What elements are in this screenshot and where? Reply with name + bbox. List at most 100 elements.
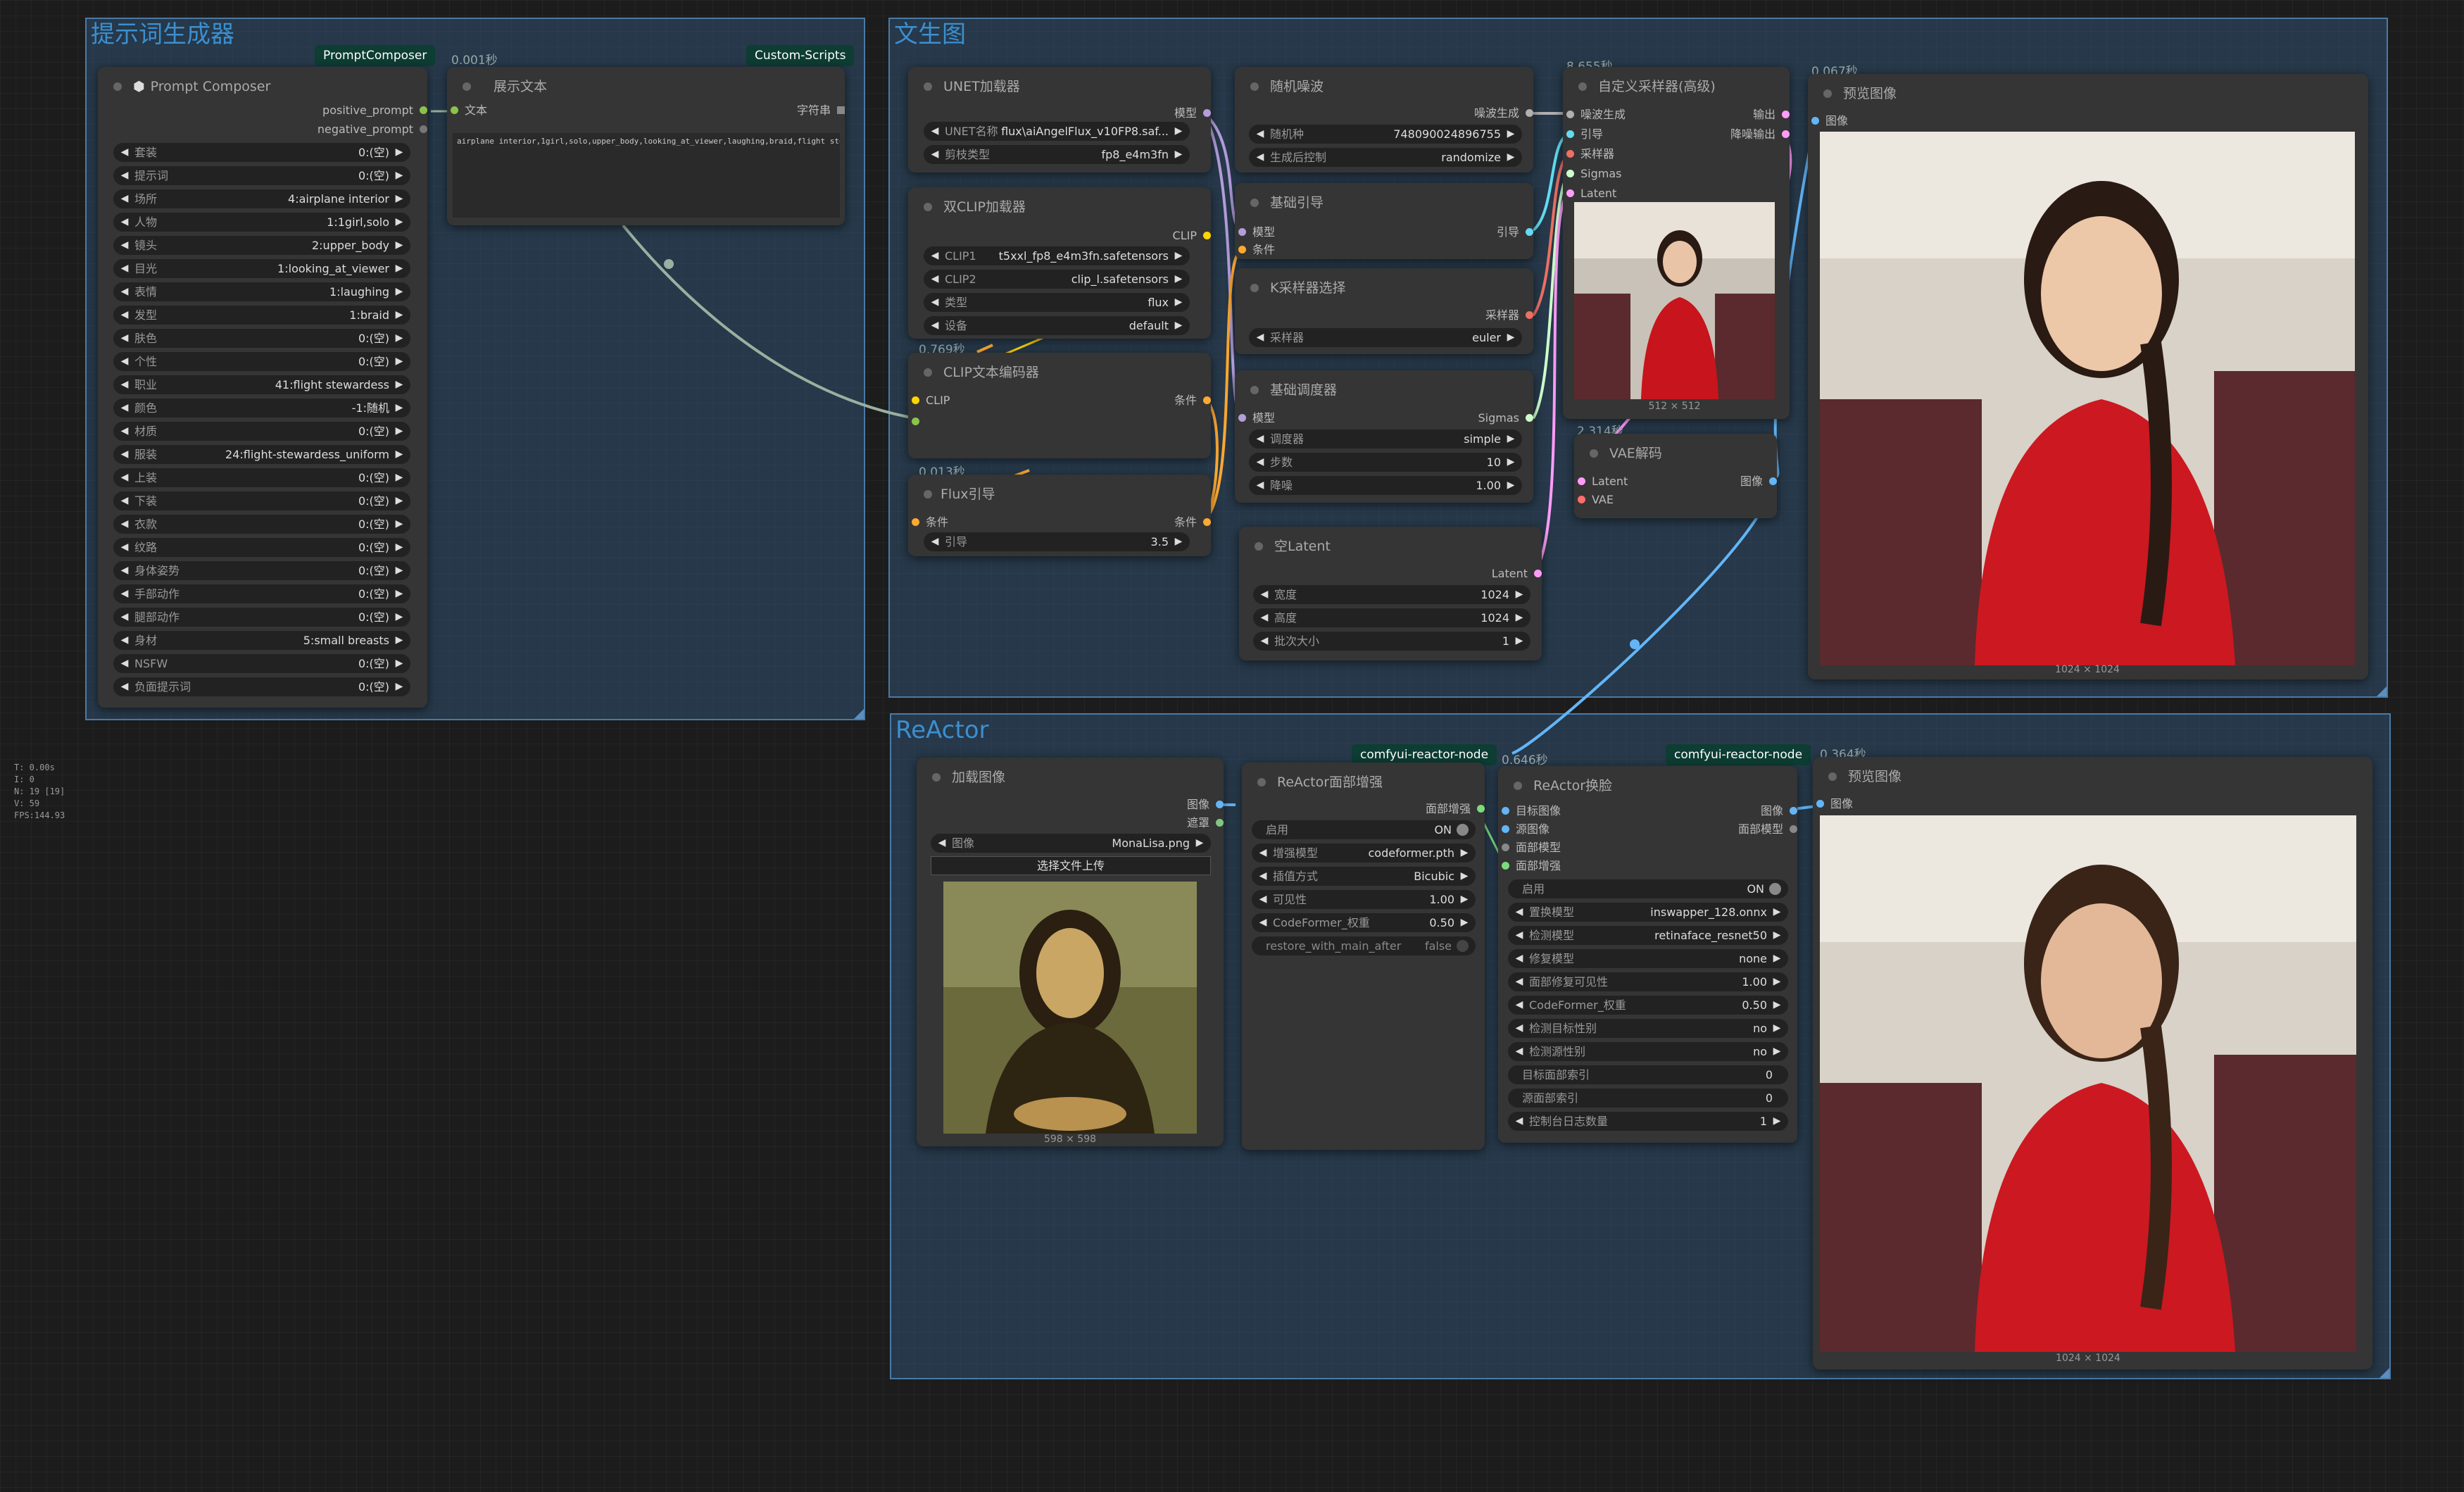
widget-prompt-category[interactable]: ◀ 人物 1:1girl,solo ▶: [113, 213, 410, 232]
node-unet-loader[interactable]: UNET加载器 模型 ◀ UNET名称 flux\aiAngelFlux_v10FP…: [908, 67, 1211, 173]
node-preview-image-2[interactable]: 预览图像 图像 1024 × 1024: [1813, 757, 2372, 1369]
arrow-left-icon[interactable]: ◀: [118, 236, 132, 255]
widget-height[interactable]: ◀ 高度 1024 ▶: [1253, 608, 1530, 627]
node-title[interactable]: 展示文本: [447, 67, 845, 106]
widget-prompt-category[interactable]: ◀ 套装 0:(空) ▶: [113, 143, 410, 162]
input-face-boost[interactable]: 面部增强: [1502, 859, 1561, 873]
arrow-left-icon[interactable]: ◀: [118, 654, 132, 673]
node-title[interactable]: UNET加载器: [908, 67, 1211, 106]
arrow-left-icon[interactable]: ◀: [118, 213, 132, 232]
output-face-boost[interactable]: 面部增强: [1426, 802, 1485, 816]
output-latent[interactable]: Latent: [1492, 567, 1542, 581]
input-latent[interactable]: Latent: [1566, 187, 1616, 201]
widget-scheduler[interactable]: ◀ 调度器 simple ▶: [1249, 430, 1522, 449]
arrow-left-icon[interactable]: ◀: [118, 375, 132, 394]
arrow-left-icon[interactable]: ◀: [118, 445, 132, 464]
widget-restore-model[interactable]: ◀ 修复模型 none ▶: [1508, 949, 1788, 968]
widget-prompt-category[interactable]: ◀ 衣款 0:(空) ▶: [113, 515, 410, 534]
widget-batch-size[interactable]: ◀ 批次大小 1 ▶: [1253, 632, 1530, 651]
arrow-left-icon[interactable]: ◀: [118, 189, 132, 208]
arrow-right-icon[interactable]: ▶: [392, 515, 406, 534]
arrow-right-icon[interactable]: ▶: [392, 491, 406, 510]
input-conditioning[interactable]: 条件: [1238, 243, 1275, 257]
arrow-left-icon[interactable]: ◀: [118, 259, 132, 278]
widget-sampler-name[interactable]: ◀ 采样器 euler ▶: [1249, 328, 1522, 347]
widget-denoise[interactable]: ◀ 降噪 1.00 ▶: [1249, 476, 1522, 495]
arrow-right-icon[interactable]: ▶: [392, 236, 406, 255]
group-resize-handle[interactable]: [854, 709, 864, 719]
input-target-image[interactable]: 目标图像: [1502, 804, 1561, 818]
arrow-right-icon[interactable]: ▶: [392, 468, 406, 487]
arrow-left-icon[interactable]: ◀: [118, 143, 132, 162]
arrow-left-icon[interactable]: ◀: [118, 491, 132, 510]
widget-prompt-category[interactable]: ◀ 提示词 0:(空) ▶: [113, 166, 410, 185]
input-noise[interactable]: 噪波生成: [1566, 108, 1626, 122]
widget-image-file[interactable]: ◀ 图像 MonaLisa.png ▶: [931, 834, 1211, 853]
node-empty-latent[interactable]: 空Latent Latent ◀ 宽度 1024 ▶ ◀ 高度 1024 ▶ ◀ 批次大小 1 ▶: [1239, 527, 1542, 660]
widget-detection-model[interactable]: ◀ 检测模型 retinaface_resnet50 ▶: [1508, 926, 1788, 945]
node-title[interactable]: 加载图像: [917, 758, 1224, 797]
arrow-right-icon[interactable]: ▶: [392, 143, 406, 162]
widget-prompt-category[interactable]: ◀ 个性 0:(空) ▶: [113, 352, 410, 371]
widget-steps[interactable]: ◀ 步数 10 ▶: [1249, 453, 1522, 472]
arrow-right-icon[interactable]: ▶: [392, 538, 406, 557]
widget-prompt-category[interactable]: ◀ NSFW 0:(空) ▶: [113, 654, 410, 673]
output-guider[interactable]: 引导: [1497, 225, 1533, 239]
widget-prompt-category[interactable]: ◀ 发型 1:braid ▶: [113, 306, 410, 325]
arrow-left-icon[interactable]: ◀: [118, 584, 132, 603]
widget-prompt-category[interactable]: ◀ 职业 41:flight stewardess ▶: [113, 375, 410, 394]
widget-detect-source-gender[interactable]: ◀ 检测源性别 no ▶: [1508, 1042, 1788, 1061]
node-title[interactable]: 基础调度器: [1235, 370, 1533, 410]
widget-target-face-index[interactable]: 目标面部索引 0: [1508, 1065, 1788, 1084]
arrow-left-icon[interactable]: ◀: [118, 538, 132, 557]
widget-prompt-category[interactable]: ◀ 场所 4:airplane interior ▶: [113, 189, 410, 208]
widget-weight-dtype[interactable]: ◀ 剪枝类型 fp8_e4m3fn ▶: [924, 145, 1190, 164]
node-title[interactable]: ReActor换脸: [1498, 766, 1797, 805]
group-title[interactable]: ReActor: [895, 716, 988, 744]
widget-control-after-generate[interactable]: ◀ 生成后控制 randomize ▶: [1249, 148, 1522, 167]
widget-prompt-category[interactable]: ◀ 腿部动作 0:(空) ▶: [113, 608, 410, 627]
arrow-right-icon[interactable]: ▶: [392, 584, 406, 603]
arrow-left-icon[interactable]: ◀: [118, 352, 132, 371]
arrow-right-icon[interactable]: ▶: [392, 282, 406, 301]
input-image[interactable]: 图像: [1816, 797, 1853, 811]
widget-prompt-category[interactable]: ◀ 上装 0:(空) ▶: [113, 468, 410, 487]
arrow-right-icon[interactable]: ▶: [392, 445, 406, 464]
widget-type[interactable]: ◀ 类型 flux ▶: [924, 293, 1190, 312]
input-model[interactable]: 模型: [1238, 411, 1275, 425]
widget-prompt-category[interactable]: ◀ 身材 5:small breasts ▶: [113, 631, 410, 650]
arrow-right-icon[interactable]: ▶: [392, 213, 406, 232]
node-random-noise[interactable]: 随机噪波 噪波生成 ◀ 随机种 748090024896755 ▶ ◀ 生成后控制 ran…: [1235, 67, 1533, 173]
widget-enabled-toggle[interactable]: 启用 ON: [1252, 820, 1476, 839]
input-text[interactable]: 文本: [451, 104, 487, 118]
node-reactor-face-boost[interactable]: ReActor面部增强 面部增强 启用 ON ◀ 增强模型 codeformer.pt…: [1242, 763, 1485, 1150]
arrow-right-icon[interactable]: ▶: [392, 189, 406, 208]
widget-prompt-category[interactable]: ◀ 身体姿势 0:(空) ▶: [113, 561, 410, 580]
widget-prompt-category[interactable]: ◀ 纹路 0:(空) ▶: [113, 538, 410, 557]
output-positive-prompt[interactable]: positive_prompt: [322, 104, 427, 118]
arrow-right-icon[interactable]: ▶: [392, 329, 406, 348]
node-ksampler-select[interactable]: K采样器选择 采样器 ◀ 采样器 euler ▶: [1235, 268, 1533, 354]
node-title[interactable]: 自定义采样器(高级): [1563, 67, 1790, 106]
toggle-icon[interactable]: [1457, 940, 1469, 952]
node-title[interactable]: ReActor面部增强: [1242, 763, 1485, 802]
arrow-right-icon[interactable]: ▶: [392, 259, 406, 278]
node-load-image[interactable]: 加载图像 图像 遮罩 ◀ 图像 MonaLisa.png ▶ 选择文件上传 598 ×…: [917, 758, 1224, 1146]
widget-boost-model[interactable]: ◀ 增强模型 codeformer.pth ▶: [1252, 844, 1476, 863]
widget-enabled-toggle[interactable]: 启用 ON: [1508, 879, 1788, 898]
group-title[interactable]: 提示词生成器: [91, 20, 234, 49]
input-image[interactable]: 图像: [1811, 114, 1848, 128]
output-face-model[interactable]: 面部模型: [1738, 822, 1797, 836]
node-title[interactable]: CLIP文本编码器: [908, 353, 1211, 392]
widget-prompt-category[interactable]: ◀ 肤色 0:(空) ▶: [113, 329, 410, 348]
node-title[interactable]: 预览图像: [1813, 757, 2372, 796]
node-basic-guider[interactable]: 基础引导 模型 条件 引导: [1235, 183, 1533, 259]
arrow-right-icon[interactable]: ▶: [392, 422, 406, 441]
input-sigmas[interactable]: Sigmas: [1566, 167, 1621, 181]
widget-device[interactable]: ◀ 设备 default ▶: [924, 316, 1190, 335]
group-resize-handle[interactable]: [2377, 687, 2387, 696]
arrow-right-icon[interactable]: ▶: [392, 306, 406, 325]
widget-prompt-category[interactable]: ◀ 表情 1:laughing ▶: [113, 282, 410, 301]
input-conditioning[interactable]: 条件: [912, 515, 948, 529]
widget-prompt-category[interactable]: ◀ 服装 24:flight-stewardess_uniform ▶: [113, 445, 410, 464]
